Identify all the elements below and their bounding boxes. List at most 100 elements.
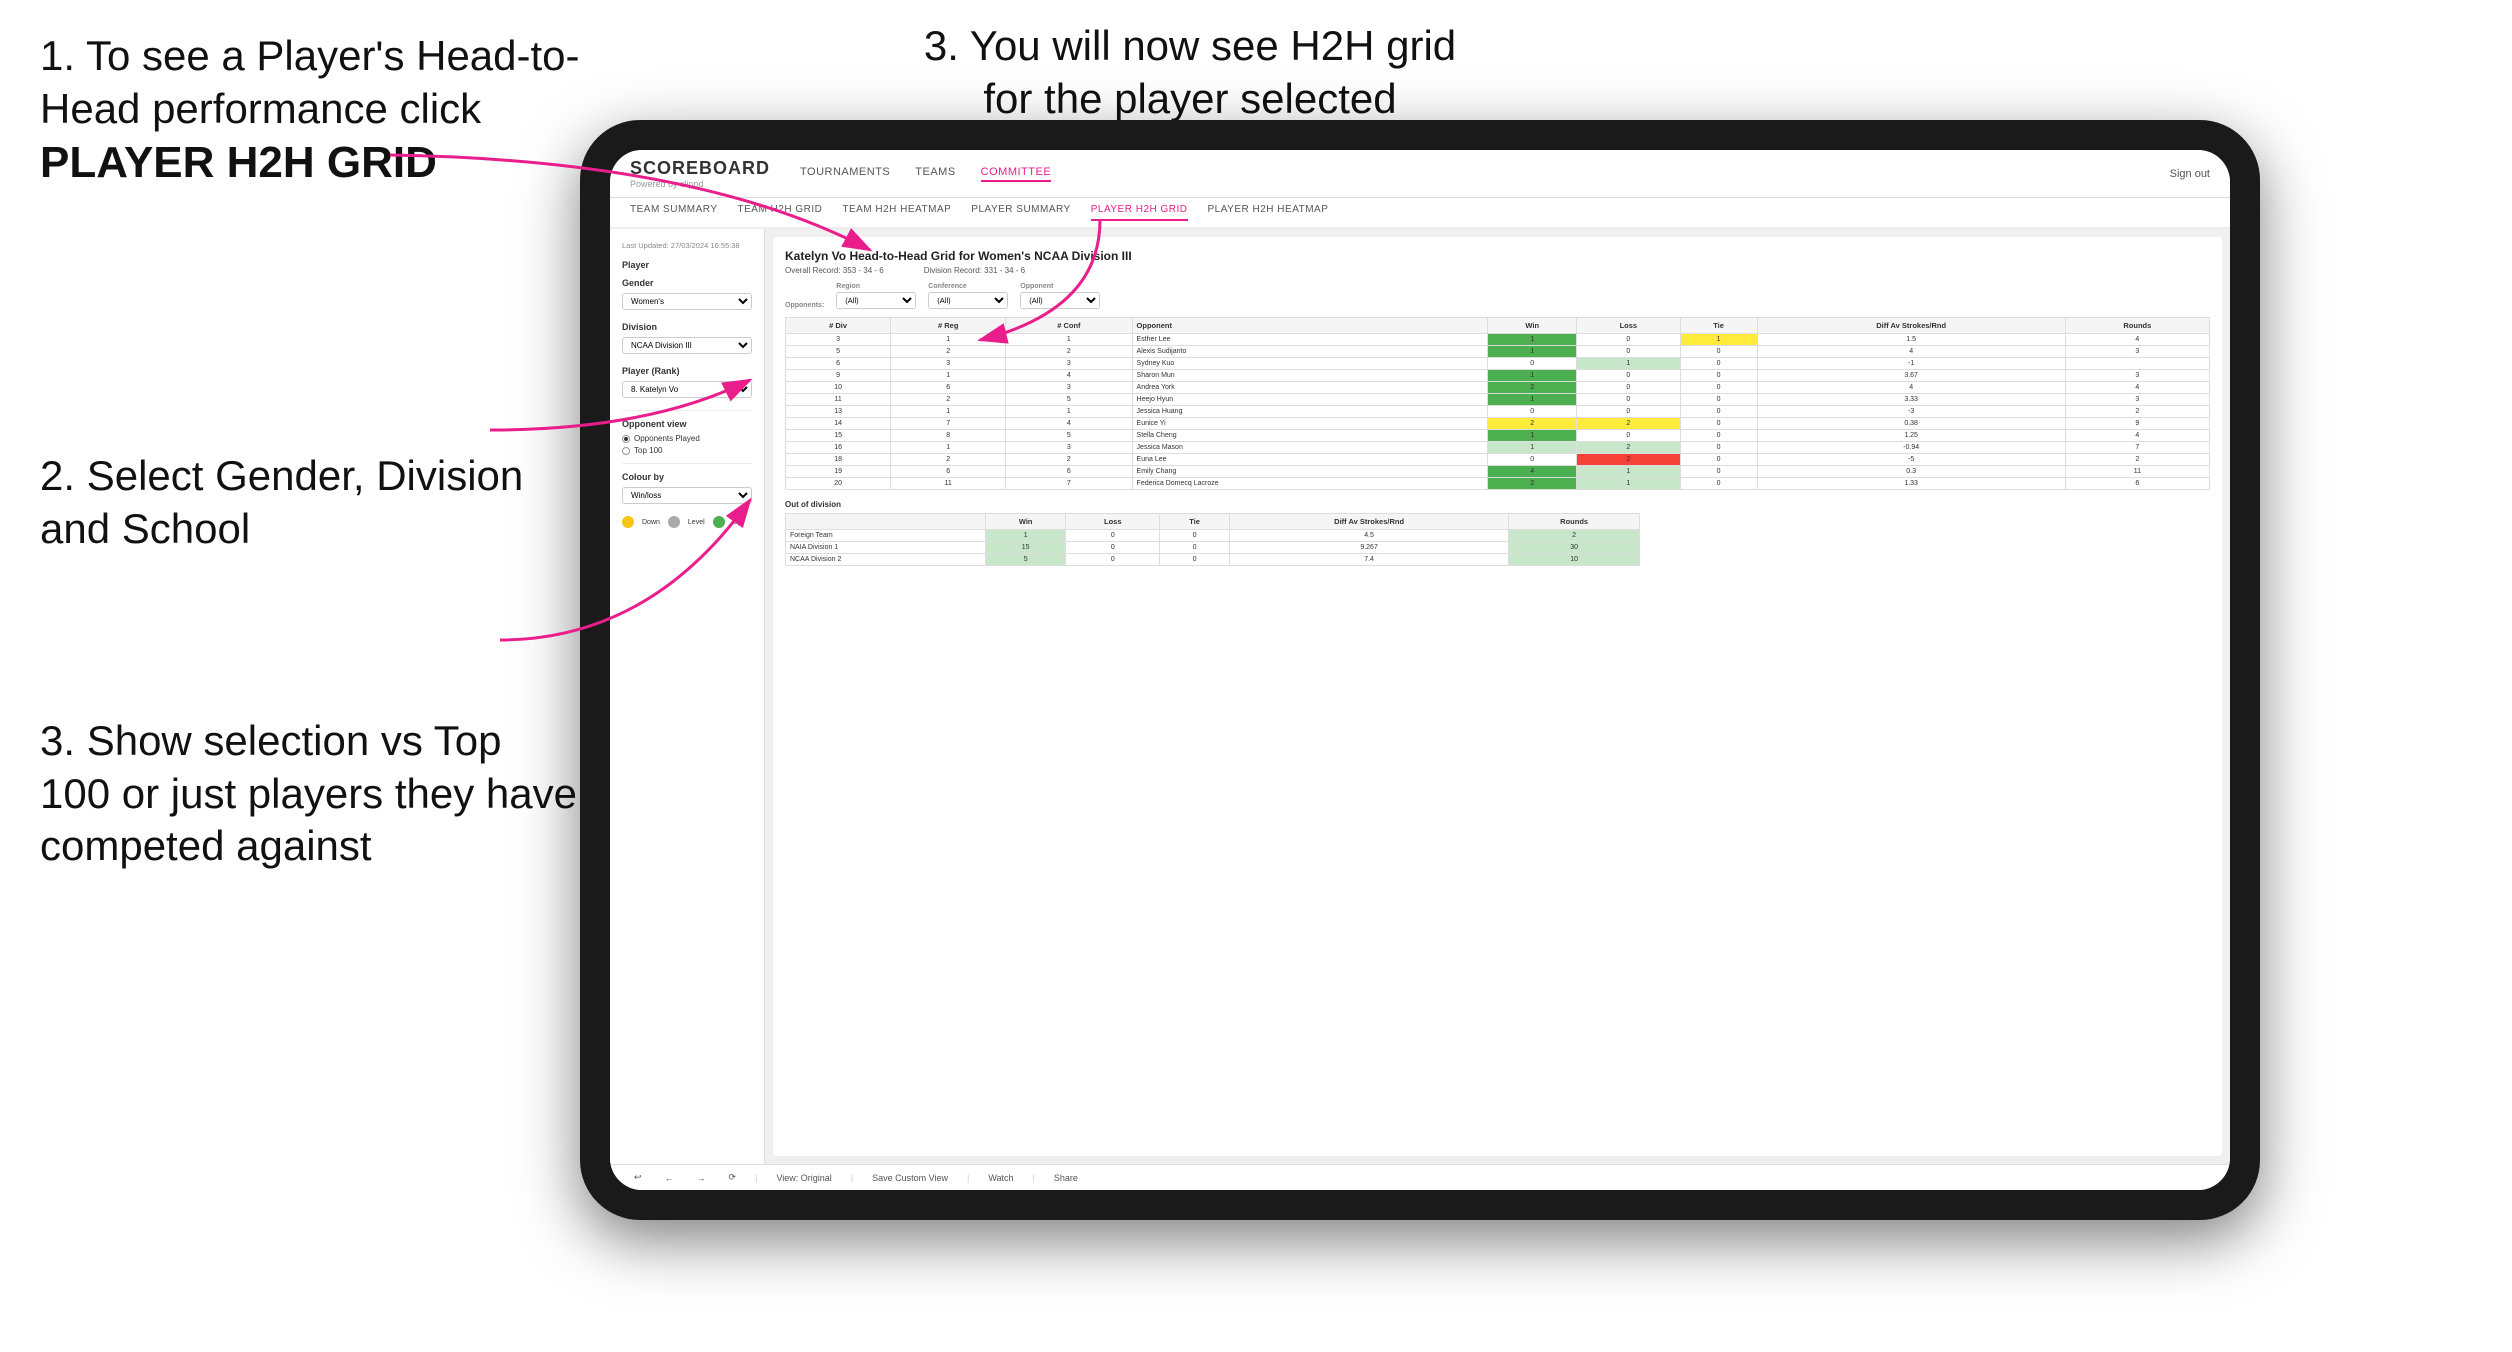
toolbar-back[interactable]: ← xyxy=(661,1171,678,1185)
cell-win: 2 xyxy=(1488,382,1577,394)
cell-div: 10 xyxy=(786,382,891,394)
step1-bold: PLAYER H2H GRID xyxy=(40,138,437,187)
sign-out-link[interactable]: Sign out xyxy=(2170,168,2210,180)
cell-loss: 0 xyxy=(1577,346,1681,358)
logo-sub: Powered by clippd xyxy=(630,179,770,189)
toolbar-watch[interactable]: Watch xyxy=(984,1171,1017,1185)
cell-conf: 3 xyxy=(1006,442,1132,454)
cell-tie: 0 xyxy=(1680,466,1757,478)
ood-cell-name: Foreign Team xyxy=(786,530,986,542)
col-rounds: Rounds xyxy=(2065,318,2209,334)
ood-cell-diff: 4.5 xyxy=(1229,530,1508,542)
conference-select[interactable]: (All) xyxy=(928,292,1008,309)
radio-dot-opponents xyxy=(622,435,630,443)
sub-team-h2h-heatmap[interactable]: TEAM H2H HEATMAP xyxy=(842,204,951,221)
cell-loss: 0 xyxy=(1577,430,1681,442)
cell-reg: 1 xyxy=(891,334,1006,346)
sub-player-summary[interactable]: PLAYER SUMMARY xyxy=(971,204,1070,221)
table-row: 18 2 2 Euna Lee 0 2 0 -5 2 xyxy=(786,454,2210,466)
player-rank-label: Player (Rank) xyxy=(622,366,752,376)
cell-tie: 0 xyxy=(1680,394,1757,406)
cell-opponent: Sydney Kuo xyxy=(1132,358,1488,370)
col-win: Win xyxy=(1488,318,1577,334)
cell-reg: 1 xyxy=(891,442,1006,454)
sub-team-summary[interactable]: TEAM SUMMARY xyxy=(630,204,718,221)
table-row: 3 1 1 Esther Lee 1 0 1 1.5 4 xyxy=(786,334,2210,346)
cell-conf: 2 xyxy=(1006,346,1132,358)
division-select[interactable]: NCAA Division III xyxy=(622,337,752,354)
region-select[interactable]: (All) xyxy=(836,292,916,309)
cell-conf: 1 xyxy=(1006,334,1132,346)
toolbar-save-custom[interactable]: Save Custom View xyxy=(868,1171,952,1185)
radio-dot-top100 xyxy=(622,447,630,455)
table-row: 11 2 5 Heejo Hyun 1 0 0 3.33 3 xyxy=(786,394,2210,406)
cell-tie: 0 xyxy=(1680,346,1757,358)
cell-diff: 1.33 xyxy=(1757,478,2065,490)
step3b-text: 3. Show selection vs Top 100 or just pla… xyxy=(40,715,580,873)
cell-rounds: 4 xyxy=(2065,334,2209,346)
cell-reg: 7 xyxy=(891,418,1006,430)
out-of-division-table: Win Loss Tie Diff Av Strokes/Rnd Rounds … xyxy=(785,513,1640,566)
colour-by-label: Colour by xyxy=(622,472,752,482)
ood-cell-rounds: 10 xyxy=(1509,554,1640,566)
cell-div: 9 xyxy=(786,370,891,382)
cell-diff: 4 xyxy=(1757,382,2065,394)
ood-cell-loss: 0 xyxy=(1066,530,1160,542)
gender-select[interactable]: Women's xyxy=(622,293,752,310)
nav-links: TOURNAMENTS TEAMS COMMITTEE xyxy=(800,166,2140,182)
cell-div: 19 xyxy=(786,466,891,478)
cell-div: 16 xyxy=(786,442,891,454)
cell-reg: 6 xyxy=(891,382,1006,394)
cell-rounds: 7 xyxy=(2065,442,2209,454)
col-div: # Div xyxy=(786,318,891,334)
legend-down-dot xyxy=(622,516,634,528)
sub-player-h2h-grid[interactable]: PLAYER H2H GRID xyxy=(1091,204,1188,221)
table-row: 6 3 3 Sydney Kuo 0 1 0 -1 xyxy=(786,358,2210,370)
cell-loss: 0 xyxy=(1577,370,1681,382)
cell-opponent: Jessica Mason xyxy=(1132,442,1488,454)
cell-loss: 0 xyxy=(1577,406,1681,418)
ood-col-rounds: Rounds xyxy=(1509,514,1640,530)
cell-win: 4 xyxy=(1488,466,1577,478)
cell-tie: 0 xyxy=(1680,430,1757,442)
main-content: Last Updated: 27/03/2024 16:55:38 Player… xyxy=(610,229,2230,1164)
legend-up-label: Up xyxy=(733,519,742,526)
table-row: 20 11 7 Federica Domecq Lacroze 2 1 0 1.… xyxy=(786,478,2210,490)
cell-conf: 6 xyxy=(1006,466,1132,478)
toolbar-share[interactable]: Share xyxy=(1050,1171,1082,1185)
toolbar-undo[interactable]: ↩ xyxy=(630,1170,646,1185)
cell-opponent: Federica Domecq Lacroze xyxy=(1132,478,1488,490)
logo-area: SCOREBOARD Powered by clippd xyxy=(630,158,770,189)
col-loss: Loss xyxy=(1577,318,1681,334)
region-label: Region xyxy=(836,283,916,290)
nav-committee[interactable]: COMMITTEE xyxy=(981,166,1052,182)
cell-conf: 4 xyxy=(1006,418,1132,430)
sub-team-h2h-grid[interactable]: TEAM H2H GRID xyxy=(738,204,823,221)
nav-tournaments[interactable]: TOURNAMENTS xyxy=(800,166,890,182)
radio-top100[interactable]: Top 100 xyxy=(622,446,752,455)
opponents-filter: Opponents: xyxy=(785,302,824,309)
conference-filter: Conference (All) xyxy=(928,283,1008,309)
colour-by-select[interactable]: Win/loss xyxy=(622,487,752,504)
ood-cell-win: 15 xyxy=(986,542,1066,554)
cell-loss: 2 xyxy=(1577,418,1681,430)
toolbar-refresh[interactable]: ⟳ xyxy=(725,1170,741,1185)
cell-opponent: Stella Cheng xyxy=(1132,430,1488,442)
cell-diff: -3 xyxy=(1757,406,2065,418)
cell-opponent: Esther Lee xyxy=(1132,334,1488,346)
opponent-select[interactable]: (All) xyxy=(1020,292,1100,309)
radio-opponents-played[interactable]: Opponents Played xyxy=(622,434,752,443)
toolbar-forward[interactable]: → xyxy=(693,1171,710,1185)
cell-conf: 3 xyxy=(1006,358,1132,370)
toolbar-view-original[interactable]: View: Original xyxy=(772,1171,835,1185)
cell-win: 0 xyxy=(1488,454,1577,466)
nav-teams[interactable]: TEAMS xyxy=(915,166,955,182)
player-rank-select[interactable]: 8. Katelyn Vo xyxy=(622,381,752,398)
sub-player-h2h-heatmap[interactable]: PLAYER H2H HEATMAP xyxy=(1208,204,1329,221)
cell-opponent: Emily Chang xyxy=(1132,466,1488,478)
conference-label: Conference xyxy=(928,283,1008,290)
ood-cell-tie: 0 xyxy=(1160,542,1230,554)
col-opponent: Opponent xyxy=(1132,318,1488,334)
cell-diff: -5 xyxy=(1757,454,2065,466)
cell-opponent: Andrea York xyxy=(1132,382,1488,394)
